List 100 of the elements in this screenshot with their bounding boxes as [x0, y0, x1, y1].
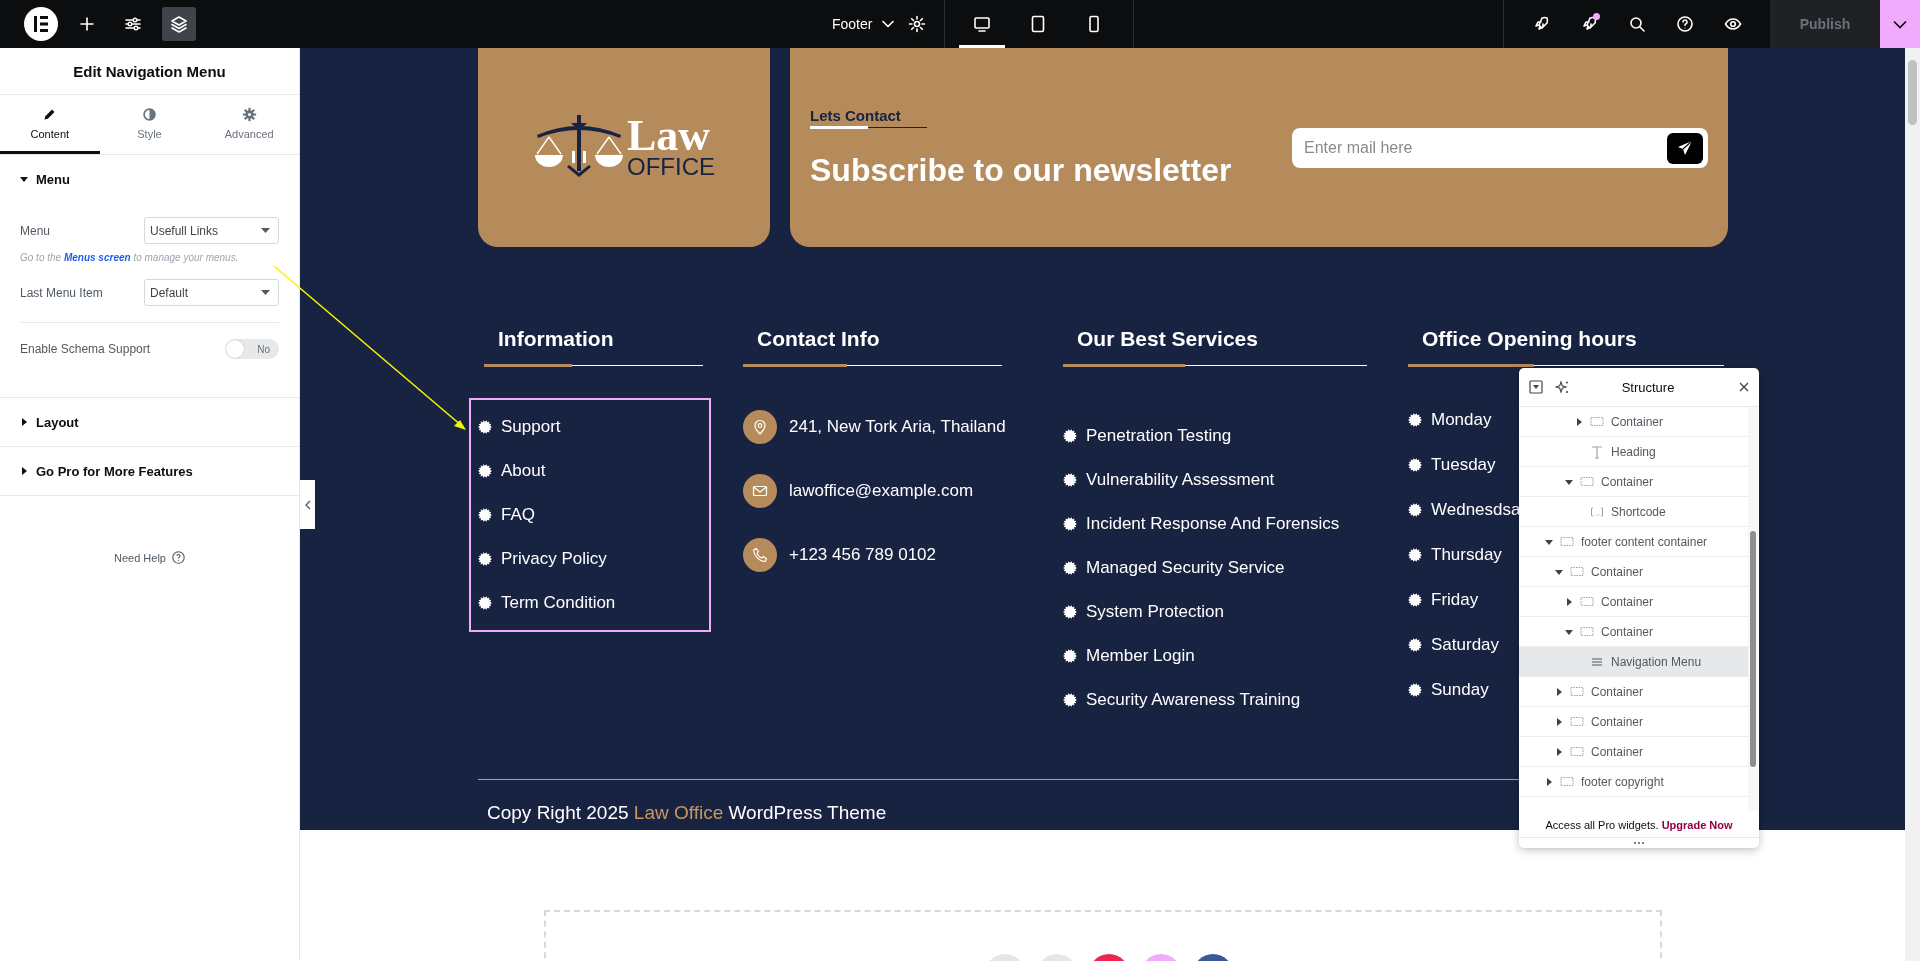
caret-down-icon[interactable]: [1555, 567, 1563, 576]
starburst-icon: [1063, 692, 1077, 707]
starburst-icon: [478, 463, 492, 478]
caret-down-icon[interactable]: [1565, 477, 1573, 486]
document-dropdown[interactable]: Footer: [832, 16, 895, 32]
map-pin-glyph-icon: [752, 419, 768, 435]
footer-link[interactable]: Penetration Testing: [1086, 425, 1232, 446]
container-icon: [1570, 564, 1584, 579]
caret-right-icon[interactable]: [1555, 747, 1563, 756]
starburst-icon: [1063, 604, 1077, 619]
logo-subtitle: OFFICE: [627, 155, 715, 180]
footer-link[interactable]: About: [501, 460, 546, 481]
e-letter-mark-icon: [34, 16, 48, 32]
footer-link[interactable]: Monday: [1431, 409, 1492, 430]
footer-link[interactable]: Privacy Policy: [501, 548, 607, 569]
container-icon: [1570, 744, 1584, 759]
caret-down-icon[interactable]: [1565, 627, 1573, 636]
elementor-logo-icon[interactable]: [24, 7, 58, 41]
panel-tab[interactable]: Advanced: [199, 95, 299, 154]
starburst-icon: [478, 419, 492, 434]
sliders-icon: [124, 15, 142, 33]
container-icon: [1590, 414, 1604, 429]
gear-icon: [241, 106, 257, 122]
container-icon: [1580, 594, 1594, 609]
section-header[interactable]: Menu: [0, 155, 299, 203]
promo-text: Access all Pro widgets. Upgrade Now: [1519, 811, 1759, 838]
collapse-icon[interactable]: [1529, 380, 1543, 394]
upgrade-link[interactable]: Upgrade Now: [1661, 819, 1733, 831]
caret-down-icon[interactable]: [1545, 537, 1553, 546]
email-field[interactable]: Enter mail here: [1292, 127, 1708, 168]
footer-link[interactable]: Support: [501, 416, 561, 437]
footer-link[interactable]: Friday: [1431, 589, 1479, 610]
need-help-link[interactable]: Need Help: [114, 551, 166, 564]
container-icon: [1560, 534, 1574, 549]
container-icon: [1570, 684, 1584, 699]
footer-link[interactable]: Term Condition: [501, 592, 616, 613]
rocket-icon: [1580, 15, 1598, 33]
section-header[interactable]: Layout: [0, 398, 299, 446]
caret-right-icon[interactable]: [1565, 597, 1573, 606]
footer-link[interactable]: Managed Security Service: [1086, 557, 1285, 578]
footer-link[interactable]: FAQ: [501, 504, 535, 525]
field-label: Last Menu Item: [20, 285, 103, 300]
container-icon: [1570, 714, 1584, 729]
container-icon: [1560, 774, 1574, 789]
caret-right-icon[interactable]: [1575, 417, 1583, 426]
footer-link[interactable]: Incident Response And Forensics: [1086, 513, 1340, 534]
footer-link[interactable]: Vulnerability Assessment: [1086, 469, 1275, 490]
menus-screen-link[interactable]: Menus screen: [63, 252, 131, 263]
starburst-icon: [478, 551, 492, 566]
toggle-switch[interactable]: No: [225, 339, 279, 359]
column-heading: Our Best Services: [1077, 327, 1258, 350]
column-heading: Office Opening hours: [1422, 327, 1637, 350]
column-heading: Contact Info: [757, 327, 880, 350]
contact-text: 241, New Tork Aria, Thailand: [789, 417, 1006, 437]
collapse-panel-handle[interactable]: [300, 480, 315, 529]
footer-link[interactable]: Saturday: [1431, 634, 1500, 655]
close-icon[interactable]: [1739, 382, 1749, 392]
structure-item[interactable]: Navigation Menu: [1519, 647, 1749, 677]
panel-title: Edit Navigation Menu: [73, 62, 226, 80]
footer-link[interactable]: Wednesdsa: [1431, 499, 1521, 520]
layers-button[interactable]: [162, 7, 196, 41]
text-icon: [1590, 444, 1604, 459]
footer-link[interactable]: Security Awareness Training: [1086, 689, 1301, 710]
select-field[interactable]: Usefull Links: [144, 217, 279, 244]
starburst-icon: [1408, 502, 1422, 517]
footer-link[interactable]: Tuesday: [1431, 454, 1496, 475]
footer-link[interactable]: Member Login: [1086, 645, 1195, 666]
container-icon: [1580, 474, 1594, 489]
caret-right-icon[interactable]: [1545, 777, 1553, 786]
phone-glyph-icon: [752, 547, 768, 563]
brand-link[interactable]: Law Office: [633, 802, 724, 823]
panel-tab[interactable]: Content: [0, 95, 100, 154]
section-header[interactable]: Go Pro for More Features: [0, 447, 299, 495]
drag-handle-icon[interactable]: [1633, 841, 1645, 845]
page-scrollbar[interactable]: [1905, 48, 1920, 961]
help-text: Go to the Menus screen to manage your menus.: [20, 252, 240, 263]
footer-link[interactable]: System Protection: [1086, 601, 1224, 622]
caret-right-icon[interactable]: [1555, 717, 1563, 726]
footer-link[interactable]: Thursday: [1431, 544, 1502, 565]
help-icon[interactable]: [172, 551, 185, 564]
starburst-icon: [1063, 472, 1077, 487]
sparkle-icon[interactable]: [1555, 380, 1569, 394]
caret-right-icon[interactable]: [1555, 687, 1563, 696]
structure-scrollbar[interactable]: [1748, 407, 1758, 811]
shortcode-icon: [1590, 504, 1604, 519]
paper-plane-icon: [1677, 140, 1693, 156]
send-button[interactable]: [1667, 132, 1703, 164]
starburst-icon: [478, 595, 492, 610]
starburst-icon: [478, 507, 492, 522]
starburst-icon: [1408, 457, 1422, 472]
starburst-icon: [1408, 637, 1422, 652]
starburst-icon: [1063, 516, 1077, 531]
search-icon: [1628, 15, 1646, 33]
field-label: Enable Schema Support: [20, 342, 151, 356]
starburst-icon: [1063, 648, 1077, 663]
chevron-left-icon: [304, 499, 311, 510]
panel-tab[interactable]: Style: [99, 95, 200, 154]
chevron-down-icon: [1893, 19, 1907, 29]
select-field[interactable]: Default: [144, 279, 279, 306]
footer-link[interactable]: Sunday: [1431, 679, 1489, 700]
